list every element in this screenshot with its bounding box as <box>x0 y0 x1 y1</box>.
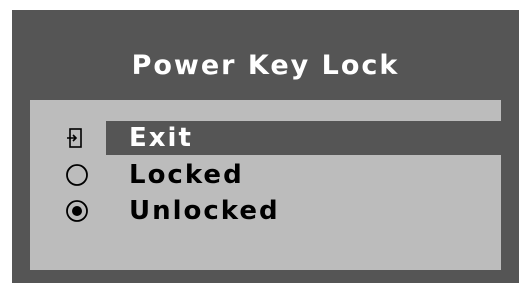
menu-item-label: Locked <box>129 160 244 190</box>
osd-title: Power Key Lock <box>131 50 400 81</box>
osd-window: Power Key Lock Exit Locked Unlocked <box>12 10 519 283</box>
menu-item-label: Exit <box>129 123 193 153</box>
menu-item-exit[interactable]: Exit <box>30 121 501 155</box>
menu-item-unlocked[interactable]: Unlocked <box>30 194 501 228</box>
menu-item-locked[interactable]: Locked <box>30 158 501 192</box>
osd-menu-panel: Exit Locked Unlocked <box>30 100 501 270</box>
menu-item-label: Unlocked <box>129 196 280 226</box>
radio-empty-icon[interactable] <box>65 163 89 187</box>
exit-icon <box>65 126 89 150</box>
radio-filled-icon[interactable] <box>65 199 89 223</box>
